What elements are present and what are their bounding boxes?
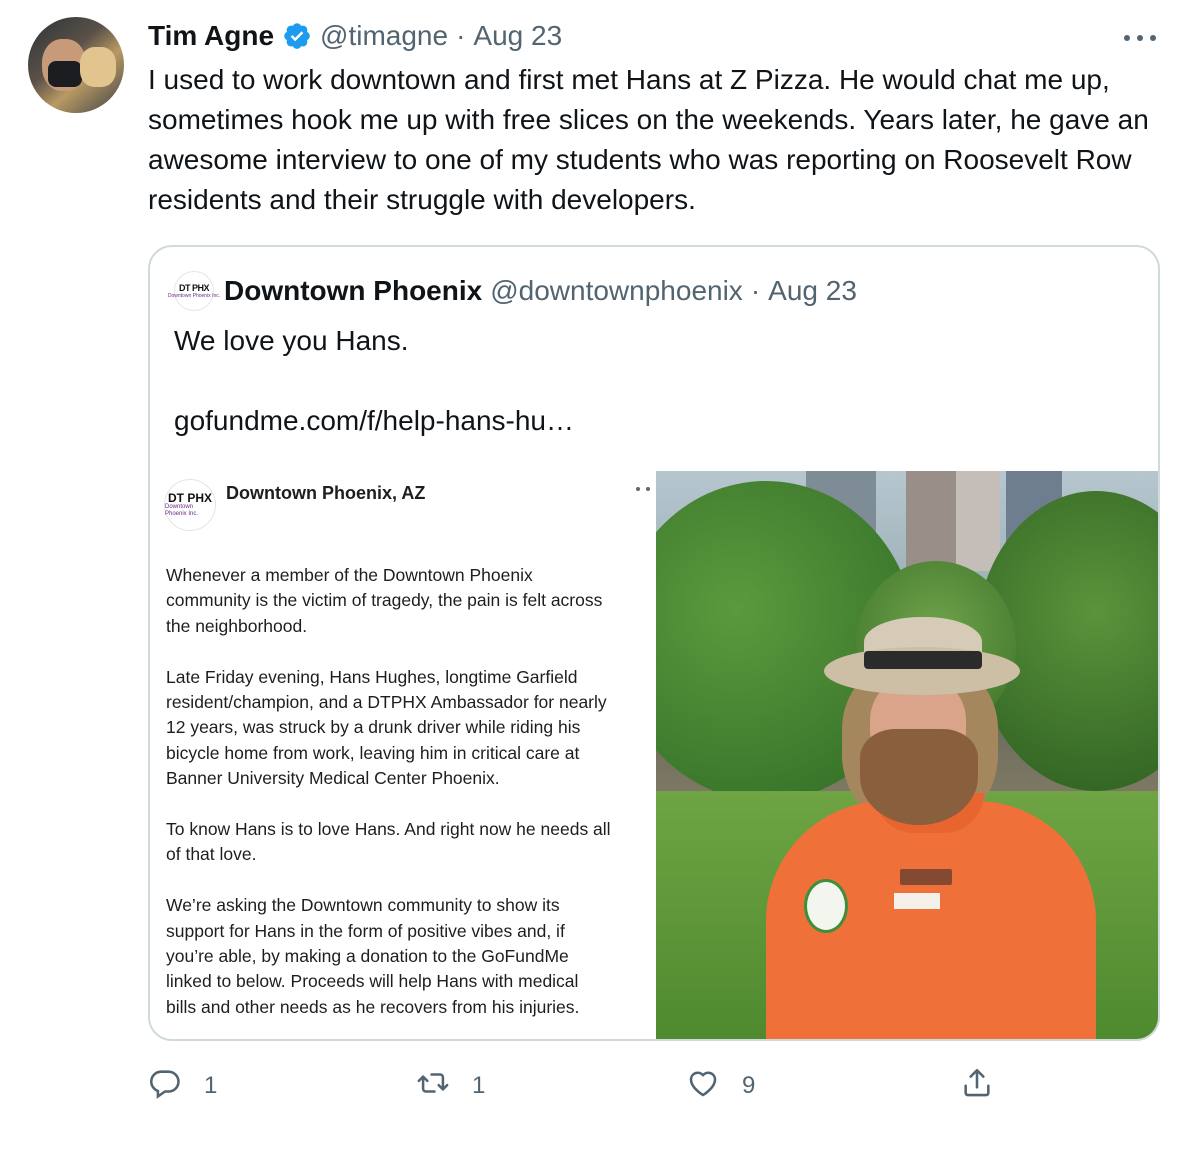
fb-line: support for Hans in the form of positive… <box>166 920 565 941</box>
quote-separator: · <box>750 275 761 306</box>
tweet-actions: 1 1 9 <box>148 1064 1160 1108</box>
fb-line: Whenever a member of the Downtown Phoeni… <box>166 565 533 585</box>
photo-person <box>656 471 1158 1039</box>
avatar-mask <box>48 61 82 87</box>
author-name[interactable]: Tim Agne <box>148 20 274 52</box>
fb-line: linked to below. Proceeds will help Hans… <box>166 971 579 992</box>
author-avatar[interactable] <box>28 17 124 113</box>
tweet-header: Tim Agne @timagne · Aug 23 <box>148 16 562 56</box>
facebook-avatar-text: DT PHX <box>167 491 212 505</box>
quote-text: We love you Hans. <box>174 325 409 356</box>
fb-line: Banner University Medical Center Phoenix… <box>166 768 500 789</box>
tweet-date[interactable]: Aug 23 <box>473 20 562 52</box>
fb-line: 12 years, was struck by a drunk driver w… <box>166 717 581 738</box>
fb-line-gap <box>166 639 656 664</box>
fb-line: bills and other needs as he recovers fro… <box>166 996 580 1017</box>
person-hat-band <box>864 651 982 669</box>
hans-photo <box>656 471 1158 1039</box>
quote-date: Aug 23 <box>768 275 857 306</box>
fb-line-gap <box>166 792 656 817</box>
fb-line: Late Friday evening, Hans Hughes, longti… <box>166 666 578 687</box>
fb-line: you’re able, by making a donation to the… <box>166 946 569 967</box>
share-button[interactable] <box>960 1064 994 1108</box>
header-separator: · <box>456 20 466 51</box>
fb-line: We’re asking the Downtown community to s… <box>166 895 560 916</box>
quote-link[interactable]: gofundme.com/f/help-hans-hu… <box>174 401 574 441</box>
fb-line: of that love. <box>166 844 257 865</box>
person-beard <box>860 729 978 825</box>
quote-avatar: DT PHX Downtown Phoenix Inc. <box>168 271 220 311</box>
like-icon <box>686 1066 720 1107</box>
fb-line: bicycle home from work, leaving him in c… <box>166 742 580 763</box>
tweet-text: I used to work downtown and first met Ha… <box>148 64 1149 215</box>
quoted-tweet[interactable]: DT PHX Downtown Phoenix Inc. Downtown Ph… <box>148 245 1160 1041</box>
fb-line: community is the victim of tragedy, the … <box>166 590 603 611</box>
reply-button[interactable]: 1 <box>148 1064 217 1108</box>
retweet-button[interactable]: 1 <box>416 1064 485 1108</box>
fb-line-gap <box>166 868 656 893</box>
facebook-avatar-subtext: Downtown Phoenix Inc. <box>165 504 199 517</box>
verified-badge-icon <box>282 21 312 51</box>
like-button[interactable]: 9 <box>686 1064 755 1108</box>
quote-avatar-text: DT PHX <box>178 282 210 293</box>
retweet-icon <box>416 1066 450 1107</box>
quote-media[interactable]: DT PHX Downtown Phoenix Inc. Downtown Ph… <box>150 471 1158 1039</box>
facebook-page-name: Downtown Phoenix, AZ <box>226 483 426 503</box>
retweet-count: 1 <box>472 1072 486 1099</box>
avatar-hand <box>80 47 116 87</box>
fb-line: To know Hans is to love Hans. And right … <box>166 819 611 840</box>
quote-avatar-subtext: Downtown Phoenix Inc. <box>167 292 221 299</box>
reply-icon <box>148 1066 182 1107</box>
more-icon[interactable] <box>1124 26 1156 50</box>
like-count: 9 <box>742 1072 756 1099</box>
fb-line: resident/champion, and a DTPHX Ambassado… <box>166 692 607 713</box>
facebook-post-body: Whenever a member of the Downtown Phoeni… <box>166 563 656 1020</box>
facebook-post-screenshot: DT PHX Downtown Phoenix Inc. Downtown Ph… <box>150 471 656 1039</box>
quote-author-name: Downtown Phoenix <box>224 275 483 306</box>
share-icon <box>960 1066 994 1107</box>
facebook-more-icon <box>636 487 650 491</box>
reply-count: 1 <box>204 1072 218 1099</box>
person-name-tag <box>894 893 940 909</box>
fb-line: the neighborhood. <box>166 615 308 636</box>
quote-header: DT PHX Downtown Phoenix Inc. Downtown Ph… <box>168 271 857 311</box>
person-shirt-logo <box>900 869 952 885</box>
person-button-pin <box>804 879 848 933</box>
facebook-page-avatar: DT PHX Downtown Phoenix Inc. <box>164 479 216 531</box>
quote-author-handle: @downtownphoenix <box>490 275 743 306</box>
author-handle[interactable]: @timagne <box>320 20 448 52</box>
